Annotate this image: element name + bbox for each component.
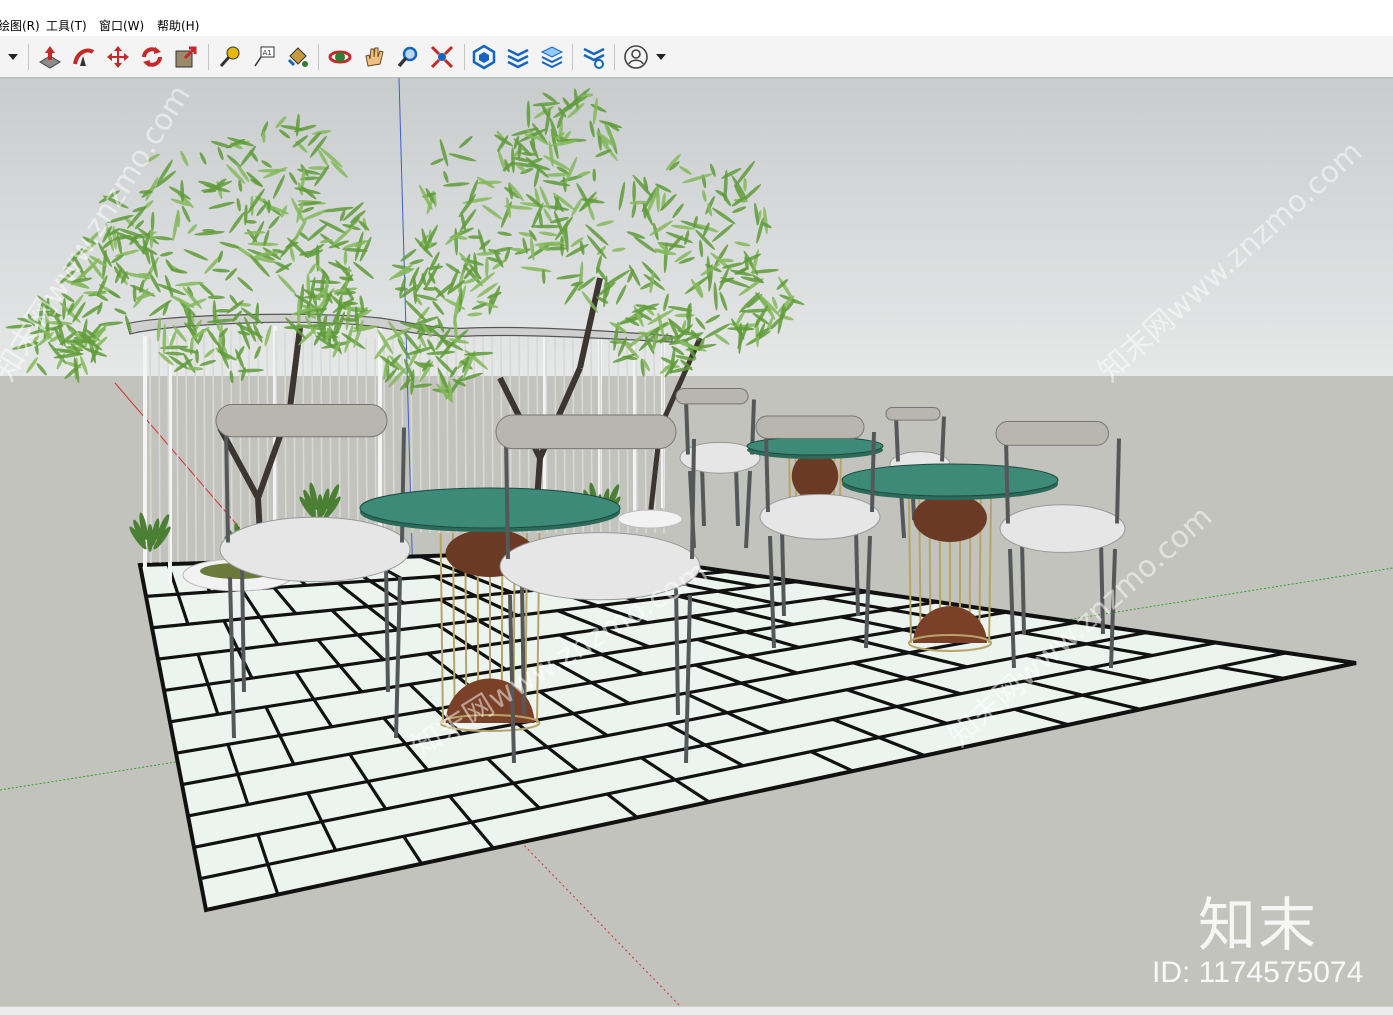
watermark-brand: 知末 (1198, 878, 1318, 962)
menu-tools[interactable]: 工具(T) (46, 18, 87, 34)
extension-manager-icon[interactable] (580, 43, 608, 71)
tape-measure-icon[interactable] (216, 43, 244, 71)
toolbar: A1 (0, 36, 1393, 78)
toolbar-dropdown-icon[interactable] (2, 43, 24, 71)
extension-warehouse-icon[interactable] (504, 43, 532, 71)
orbit-icon[interactable] (326, 43, 354, 71)
planter-right (618, 510, 682, 528)
follow-me-icon[interactable] (70, 43, 98, 71)
svg-text:A1: A1 (263, 49, 272, 57)
push-pull-icon[interactable] (36, 43, 64, 71)
watermark-id: ID: 1174575074 (1152, 956, 1363, 990)
toolbar-separator (28, 44, 29, 70)
zoom-icon[interactable] (394, 43, 422, 71)
menu-bar: 绘图(R) 工具(T) 窗口(W) 帮助(H) (0, 0, 1393, 36)
menu-help[interactable]: 帮助(H) (157, 18, 199, 34)
zoom-extents-icon[interactable] (428, 43, 456, 71)
toolbar-separator (318, 44, 319, 70)
text-label-icon[interactable]: A1 (250, 43, 278, 71)
scene-canvas: 知末网www.znzmo.com 知末网www.znzmo.com 知末网www… (0, 78, 1393, 1006)
menu-draw[interactable]: 绘图(R) (0, 18, 40, 34)
rotate-icon[interactable] (138, 43, 166, 71)
scale-icon[interactable] (172, 43, 200, 71)
toolbar-separator (208, 44, 209, 70)
layers-icon[interactable] (538, 43, 566, 71)
model-viewport[interactable]: 知末网www.znzmo.com 知末网www.znzmo.com 知末网www… (0, 78, 1393, 1006)
toolbar-separator (464, 44, 465, 70)
toolbar-separator (572, 44, 573, 70)
menu-window[interactable]: 窗口(W) (99, 18, 144, 34)
pan-hand-icon[interactable] (360, 43, 388, 71)
warehouse-icon[interactable] (470, 43, 498, 71)
paint-bucket-icon[interactable] (284, 43, 312, 71)
toolbar-separator (614, 44, 615, 70)
user-account-icon[interactable] (622, 43, 650, 71)
move-icon[interactable] (104, 43, 132, 71)
account-dropdown-icon[interactable] (652, 43, 670, 71)
